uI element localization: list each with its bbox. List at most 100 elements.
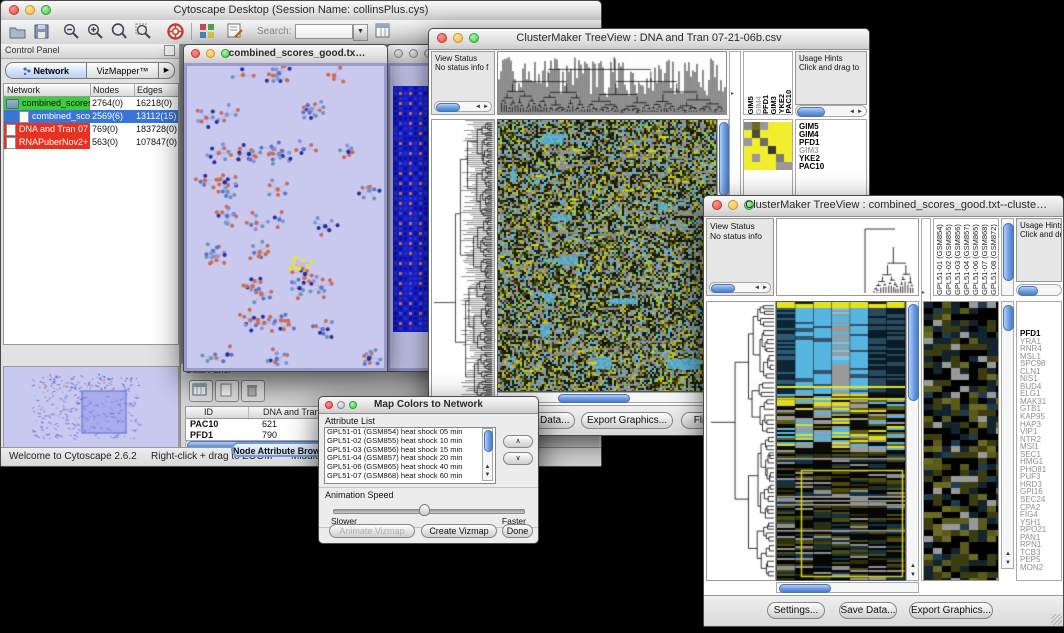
attribute-list-scrollbar[interactable]: ▲ ▼ — [482, 428, 493, 481]
new-attribute-button[interactable] — [215, 380, 239, 402]
close-button[interactable] — [191, 49, 200, 58]
move-up-button[interactable]: ∧ — [503, 435, 533, 448]
tv2-hscroll-thumb[interactable] — [779, 584, 831, 593]
birdseye-canvas[interactable] — [4, 367, 176, 445]
tv1-heatmap[interactable] — [497, 119, 717, 392]
scroll-down-icon[interactable]: ▼ — [484, 471, 491, 479]
save-session-icon[interactable] — [34, 24, 49, 39]
move-down-button[interactable]: ∨ — [503, 452, 533, 465]
scroll-up-icon[interactable]: ▲ — [1004, 550, 1012, 558]
search-dropdown-arrow[interactable]: ▼ — [353, 24, 368, 41]
done-button[interactable]: Done — [502, 524, 533, 538]
tv2-column-dendrogram-canvas[interactable] — [777, 219, 918, 295]
attribute-list-item[interactable]: GPL51-07 (GSM868) heat shock 60 min — [325, 472, 495, 481]
tv2-gene-vscroll-thumb[interactable] — [1003, 305, 1014, 331]
export-graphics-button[interactable]: Export Graphics... — [581, 412, 673, 429]
minimize-button[interactable] — [453, 33, 463, 43]
tv1-row-dendrogram-canvas[interactable] — [432, 120, 494, 401]
tv2-status-scrollbar[interactable]: ◄ ► — [709, 282, 771, 293]
tv2-usage-scrollbar[interactable] — [1016, 284, 1062, 296]
scroll-down-icon[interactable]: ▼ — [1004, 559, 1012, 567]
dialog-titlebar[interactable]: Map Colors to Network — [319, 397, 538, 414]
tv2-gene-vscrollbar[interactable]: ▲ ▼ — [1001, 301, 1014, 569]
create-vizmap-button[interactable]: Create Vizmap — [421, 524, 497, 538]
search-input[interactable] — [295, 24, 353, 39]
tv2-heatmap[interactable] — [776, 301, 906, 581]
minimize-button[interactable] — [728, 200, 738, 210]
scroll-right-icon[interactable]: ► — [857, 108, 863, 116]
tv1-row-dendrogram[interactable] — [431, 119, 495, 402]
attribute-list[interactable]: GPL51-01 (GSM854) heat shock 05 minGPL51… — [324, 427, 496, 484]
tv1-usage-scroll-thumb[interactable] — [797, 107, 825, 117]
settings-button[interactable]: Settings... — [767, 602, 825, 619]
col-header-nodes[interactable]: Nodes — [90, 84, 133, 97]
tv2-vscrollbar[interactable]: ▲ ▼ — [906, 301, 919, 581]
export-graphics-button[interactable]: Export Graphics... — [909, 602, 993, 619]
speed-slider-thumb[interactable] — [419, 504, 430, 516]
close-button[interactable] — [9, 5, 19, 15]
network-tree-row[interactable]: RNAPuberNov2+563(0)107847(0) — [4, 136, 178, 149]
zoom-fit-icon[interactable] — [111, 23, 128, 40]
zoom-selected-icon[interactable] — [135, 23, 152, 40]
tv2-hscrollbar[interactable] — [776, 582, 919, 593]
tv2-column-dendrogram[interactable] — [776, 218, 919, 296]
close-button[interactable] — [437, 33, 447, 43]
scroll-right-icon[interactable]: ► — [483, 103, 489, 111]
attribute-select-button[interactable] — [189, 380, 213, 402]
minimize-button[interactable] — [409, 49, 418, 58]
network-canvas[interactable] — [187, 66, 384, 368]
zoom-button[interactable] — [41, 5, 51, 15]
minimize-button[interactable] — [206, 49, 215, 58]
resize-grip[interactable] — [1051, 614, 1062, 625]
minimize-button[interactable] — [25, 5, 35, 15]
zoom-button[interactable] — [469, 33, 479, 43]
birdseye-view[interactable] — [3, 366, 179, 448]
help-lifering-icon[interactable] — [167, 23, 184, 40]
tv1-status-scroll-thumb[interactable] — [436, 103, 460, 112]
tv2-titlebar[interactable]: ClusterMaker TreeView : combined_scores_… — [704, 196, 1063, 217]
network-window-titlebar[interactable]: combined_scores_good.txt--cluste... — [184, 45, 387, 64]
tv1-hscroll-thumb[interactable] — [558, 394, 630, 403]
scroll-down-icon[interactable]: ▼ — [909, 571, 917, 579]
scroll-left-icon[interactable]: ◄ — [475, 103, 481, 111]
tv1-titlebar[interactable]: ClusterMaker TreeView : DNA and Tran 07-… — [429, 29, 869, 50]
network-tree-row[interactable]: DNA and Tran 07769(0)183728(0) — [4, 123, 178, 136]
tv2-global-heatmap-canvas[interactable] — [924, 302, 998, 580]
more-tabs-button[interactable]: ▶ — [159, 62, 175, 79]
scroll-up-icon[interactable]: ▲ — [484, 463, 491, 471]
minimize-button[interactable] — [337, 401, 345, 409]
tv2-global-view[interactable] — [923, 301, 999, 581]
main-titlebar[interactable]: Cytoscape Desktop (Session Name: collins… — [1, 1, 601, 21]
tv2-vscroll-thumb[interactable] — [908, 304, 919, 401]
close-button[interactable] — [325, 401, 333, 409]
tab-network[interactable]: Network — [5, 62, 87, 79]
tv1-global-heatmap-canvas[interactable] — [744, 122, 792, 170]
tv1-vscroll-thumb[interactable] — [719, 122, 729, 196]
network-tree-row[interactable]: combined_sco2569(6)13112(15) — [4, 110, 178, 123]
delete-attribute-button[interactable] — [241, 380, 265, 402]
open-session-icon[interactable] — [9, 24, 26, 39]
tv2-row-dendrogram-canvas[interactable] — [707, 302, 775, 580]
tv2-heatmap-canvas[interactable] — [777, 302, 905, 580]
vizmapper-icon[interactable] — [199, 23, 215, 39]
tv2-row-dendrogram[interactable] — [706, 301, 776, 581]
scroll-right-icon[interactable]: ► — [762, 284, 768, 292]
tv2-label-vscroll-thumb[interactable] — [1003, 223, 1014, 281]
annotation-icon[interactable] — [227, 23, 244, 39]
scroll-left-icon[interactable]: ◄ — [754, 284, 760, 292]
tv1-column-dendrogram[interactable] — [497, 51, 727, 115]
zoom-button[interactable] — [349, 401, 357, 409]
tv2-status-scroll-thumb[interactable] — [711, 284, 735, 293]
zoom-in-icon[interactable] — [87, 23, 104, 40]
scroll-up-icon[interactable]: ▲ — [909, 562, 917, 570]
close-button[interactable] — [712, 200, 722, 210]
tv1-status-scrollbar[interactable]: ◄ ► — [434, 101, 492, 112]
tv1-heatmap-canvas[interactable] — [498, 120, 716, 391]
table-import-icon[interactable] — [375, 23, 392, 39]
network-view[interactable] — [184, 63, 387, 371]
tv2-usage-scroll-thumb[interactable] — [1018, 286, 1038, 296]
expand-right-icon[interactable]: ▸ — [731, 90, 734, 98]
tv1-column-dendrogram-canvas[interactable] — [498, 52, 726, 114]
save-data-button[interactable]: Save Data... — [839, 602, 897, 619]
zoom-out-icon[interactable] — [63, 23, 80, 40]
